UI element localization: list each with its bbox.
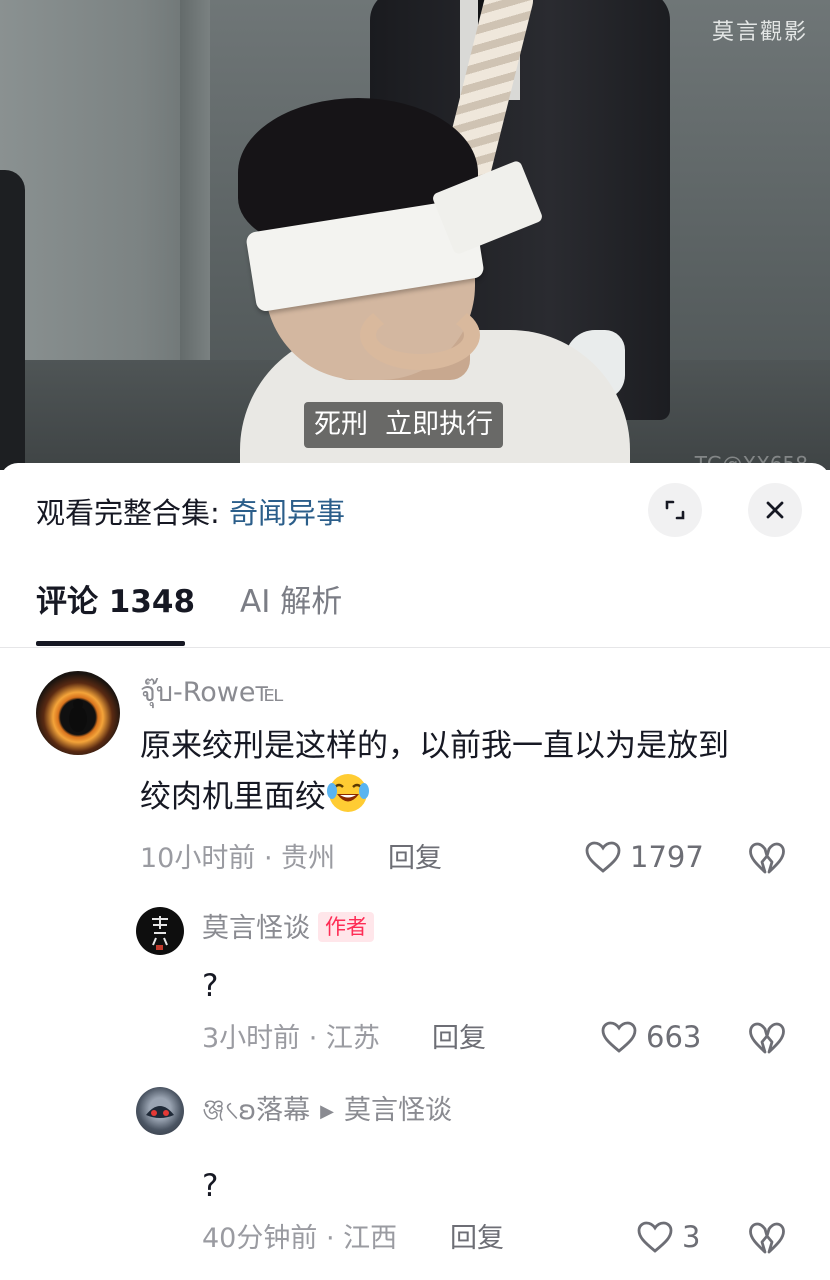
avatar-calligraphy-icon bbox=[152, 916, 168, 950]
author-badge: 作者 bbox=[318, 912, 374, 942]
video-subtitle: 死刑 立即执行 bbox=[304, 402, 504, 448]
close-icon bbox=[766, 501, 784, 519]
avatar[interactable] bbox=[136, 907, 184, 955]
comment-text-part: 绞肉机里面绞 bbox=[140, 779, 326, 815]
expand-icon bbox=[665, 500, 685, 520]
broken-heart-icon[interactable] bbox=[748, 1021, 786, 1057]
collection-link[interactable]: 奇闻异事 bbox=[229, 496, 345, 530]
like-count: 1797 bbox=[630, 840, 704, 874]
comment-time-location: 10小时前 · 贵州 bbox=[140, 843, 336, 874]
reply-button[interactable]: 回复 bbox=[388, 841, 442, 877]
comment-username[interactable]: 莫言怪谈 作者 bbox=[202, 911, 374, 947]
collection-banner[interactable]: 观看完整合集: 奇闻异事 bbox=[36, 493, 345, 533]
avatar-figure-icon bbox=[69, 699, 87, 732]
broken-heart-icon[interactable] bbox=[748, 841, 786, 877]
active-tab-indicator bbox=[36, 641, 185, 646]
close-button[interactable] bbox=[748, 483, 802, 537]
comment-text: ? bbox=[202, 1168, 219, 1204]
tab-ai-analysis[interactable]: AI 解析 bbox=[240, 581, 342, 623]
collection-prefix: 观看完整合集: bbox=[36, 496, 229, 530]
avatar-helmet-icon bbox=[146, 1106, 174, 1118]
heart-icon bbox=[637, 1221, 673, 1253]
video-player[interactable]: 莫言觀影 TG@XX658 死刑 立即执行 bbox=[0, 0, 830, 470]
avatar[interactable] bbox=[136, 1087, 184, 1135]
laughing-crying-emoji-icon bbox=[327, 774, 369, 812]
comment-username-text: 莫言怪谈 bbox=[202, 913, 310, 944]
expand-button[interactable] bbox=[648, 483, 702, 537]
comment-username-text: ঞ্জ৻ʚ落幕 bbox=[202, 1095, 311, 1126]
comment-text-line: 原来绞刑是这样的，以前我一直以为是放到 bbox=[140, 728, 729, 764]
tab-comments[interactable]: 评论 1348 bbox=[36, 581, 195, 623]
comment-username[interactable]: ঞ্জ৻ʚ落幕 ▶ 莫言怪谈 bbox=[202, 1093, 452, 1130]
heart-icon bbox=[601, 1021, 637, 1053]
comment-tabs: 评论 1348 AI 解析 bbox=[0, 563, 830, 648]
avatar[interactable] bbox=[36, 671, 120, 755]
comment-text-line: 绞肉机里面绞 bbox=[140, 771, 729, 822]
comment-username[interactable]: จุ๊บ-Rowe℡ bbox=[140, 675, 284, 711]
comment-sheet: 观看完整合集: 奇闻异事 评论 1348 AI 解析 จุ๊บ-Rowe℡ 原来… bbox=[0, 463, 830, 1280]
reply-to-username[interactable]: 莫言怪谈 bbox=[344, 1095, 452, 1126]
like-button[interactable]: 3 bbox=[636, 1219, 700, 1255]
video-frame-noose bbox=[360, 300, 480, 370]
comment-time-location: 40分钟前 · 江西 bbox=[202, 1223, 398, 1254]
comment-text: 原来绞刑是这样的，以前我一直以为是放到 绞肉机里面绞 bbox=[140, 721, 729, 822]
reply-arrow-icon: ▶ bbox=[320, 1101, 334, 1122]
video-watermark: 莫言觀影 bbox=[711, 20, 808, 45]
like-count: 663 bbox=[646, 1020, 702, 1054]
comment-text: ? bbox=[202, 968, 219, 1004]
like-button[interactable]: 1797 bbox=[584, 839, 704, 875]
like-button[interactable]: 663 bbox=[600, 1019, 701, 1055]
comment-time-location: 3小时前 · 江苏 bbox=[202, 1023, 380, 1054]
reply-button[interactable]: 回复 bbox=[432, 1021, 486, 1057]
reply-button[interactable]: 回复 bbox=[450, 1221, 504, 1257]
broken-heart-icon[interactable] bbox=[748, 1221, 786, 1257]
video-frame-left-figure bbox=[0, 170, 25, 470]
heart-icon bbox=[585, 841, 621, 873]
like-count: 3 bbox=[682, 1220, 701, 1254]
